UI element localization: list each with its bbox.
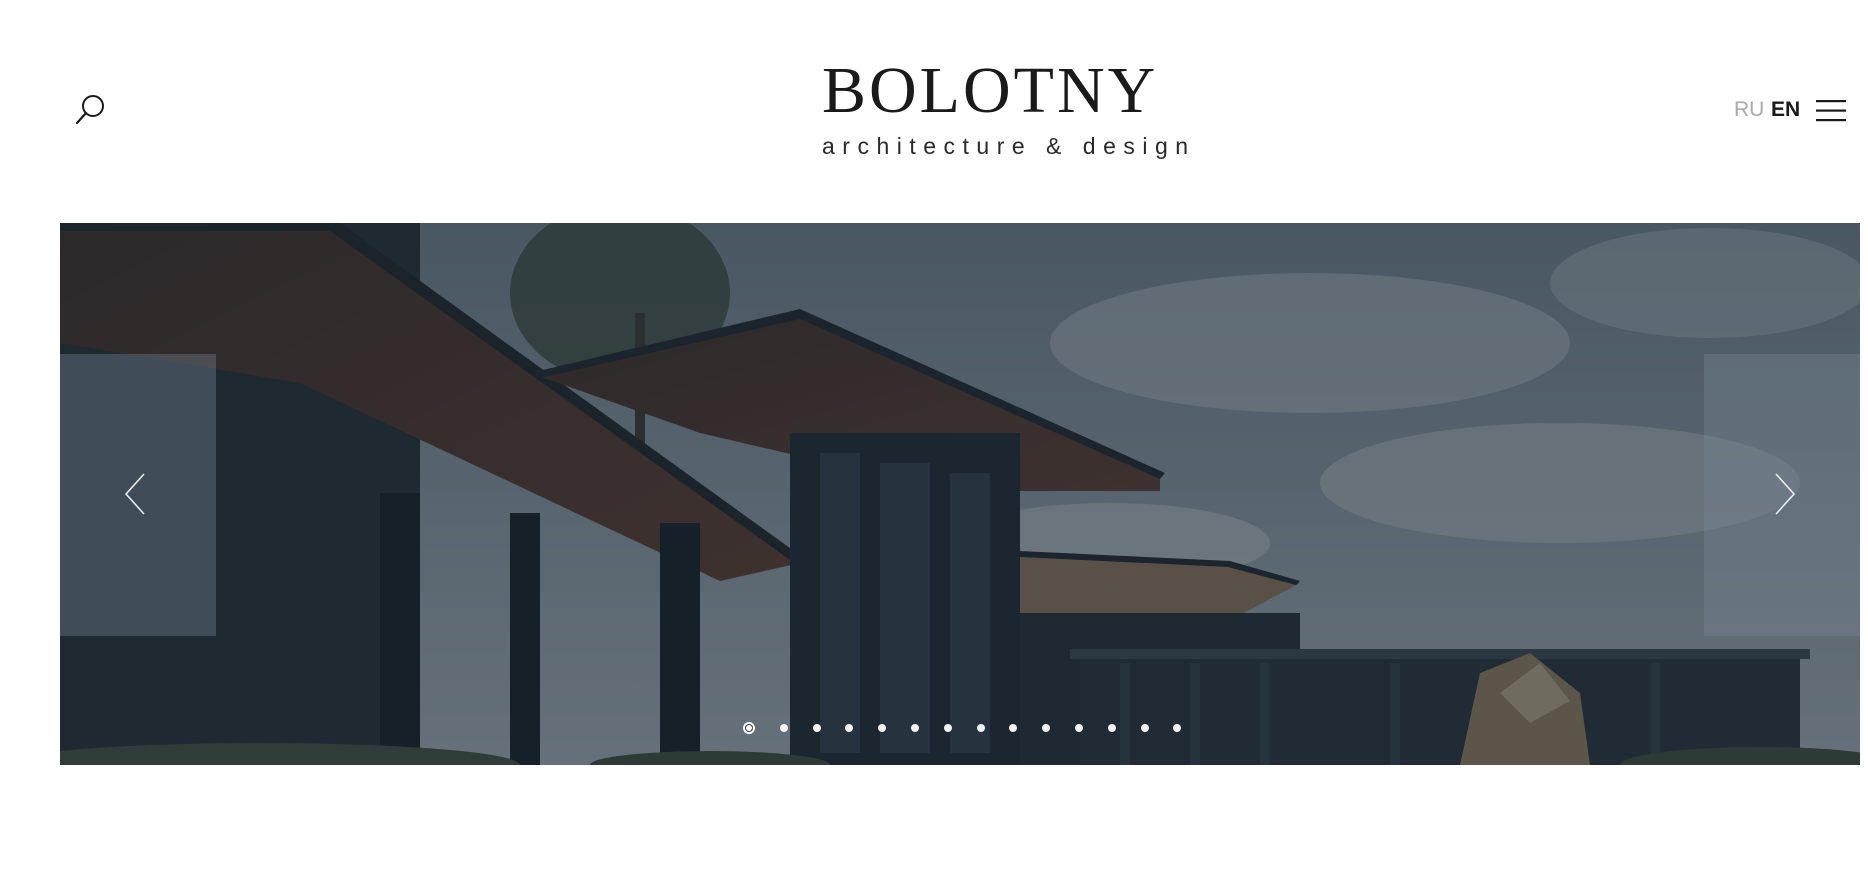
slider-dot[interactable] <box>1042 724 1051 732</box>
slider-dot[interactable] <box>910 724 919 732</box>
slider-dot[interactable] <box>1173 724 1182 732</box>
search-icon <box>75 95 104 125</box>
language-en-link[interactable]: EN <box>1771 98 1800 122</box>
logo-subtitle: architecture & design <box>822 133 1196 159</box>
site-header: BOLOTNY architecture & design RU EN <box>0 0 1868 223</box>
slider-next-button[interactable] <box>1704 354 1860 636</box>
hero-slider[interactable] <box>60 223 1860 765</box>
slider-prev-button[interactable] <box>60 354 216 636</box>
menu-button[interactable] <box>1816 99 1846 123</box>
slider-dot[interactable] <box>743 722 755 734</box>
slider-dot[interactable] <box>1107 724 1116 732</box>
slider-dot[interactable] <box>812 724 821 732</box>
slider-dot[interactable] <box>943 724 952 732</box>
slider-dot[interactable] <box>1009 724 1018 732</box>
hamburger-menu-icon <box>1816 100 1846 122</box>
chevron-left-icon <box>124 473 145 515</box>
search-button[interactable] <box>74 92 108 126</box>
slider-pagination <box>743 721 1206 735</box>
chevron-right-icon <box>1775 473 1796 515</box>
slide-image-house <box>60 223 1860 765</box>
slider-dot[interactable] <box>779 724 788 732</box>
logo-title: BOLOTNY <box>822 54 1159 127</box>
language-ru-link[interactable]: RU <box>1734 98 1764 122</box>
slider-dot[interactable] <box>878 724 887 732</box>
slider-dot[interactable] <box>1074 724 1083 732</box>
slider-dot[interactable] <box>845 724 854 732</box>
slider-dot[interactable] <box>1140 724 1149 732</box>
slider-dot[interactable] <box>976 724 985 732</box>
brand-logo[interactable]: BOLOTNY architecture & design <box>822 54 1196 160</box>
